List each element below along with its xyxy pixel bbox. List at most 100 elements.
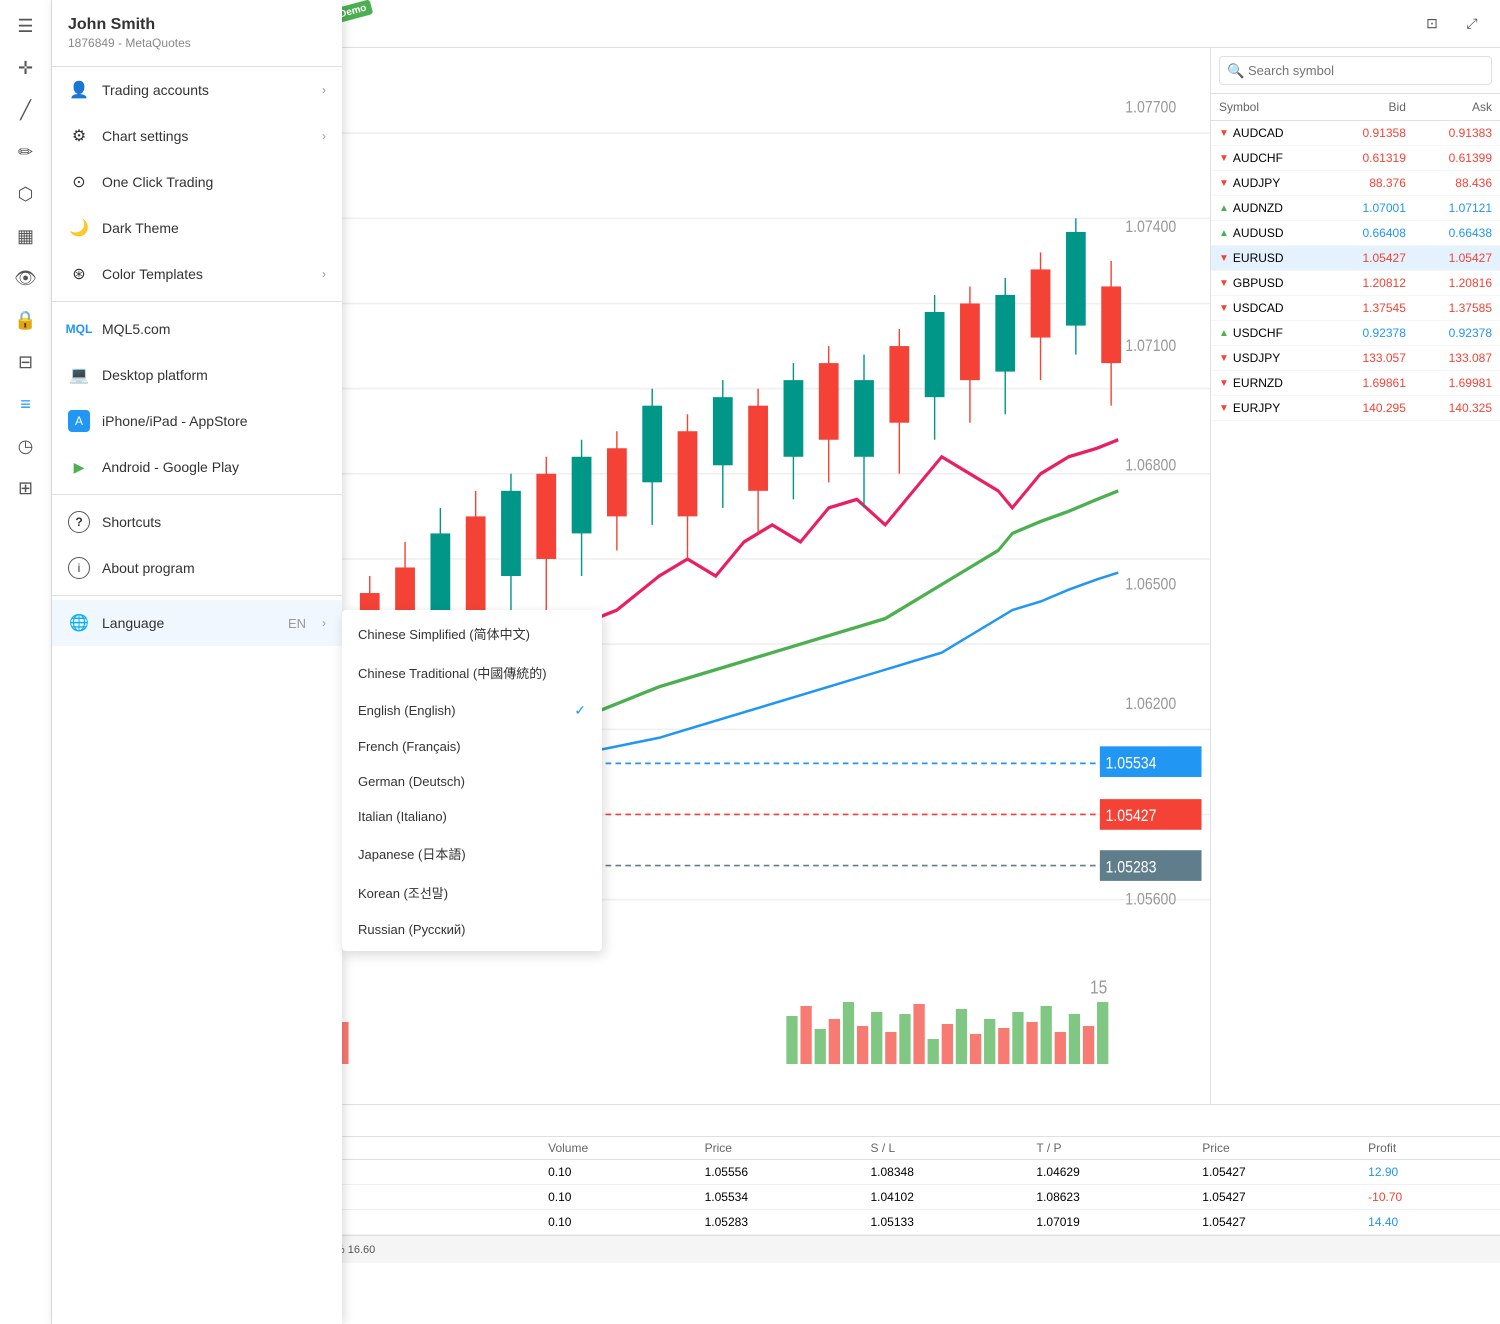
sidebar-icon-list[interactable]: ≡ xyxy=(8,386,44,422)
symbol-row[interactable]: ▼ GBPUSD 1.20812 1.20816 xyxy=(1211,271,1500,296)
lang-chinese-traditional-label: Chinese Traditional (中國傳統的) xyxy=(358,663,547,682)
symbol-row[interactable]: ▲ USDCHF 0.92378 0.92378 xyxy=(1211,321,1500,346)
lang-german[interactable]: German (Deutsch) xyxy=(342,764,602,799)
lang-italian[interactable]: Italian (Italiano) xyxy=(342,799,602,834)
sidebar-icon-layers[interactable]: ⊟ xyxy=(8,344,44,380)
pos-price-open: 1.05283 xyxy=(697,1210,863,1235)
symbol-name: ▼ EURJPY xyxy=(1211,396,1328,421)
lang-check-icon: ✓ xyxy=(574,702,586,719)
pos-tp: 1.08623 xyxy=(1028,1185,1194,1210)
sidebar-icon-eye[interactable]: 👁 xyxy=(8,260,44,296)
symbol-bid: 0.66408 xyxy=(1328,221,1414,246)
pos-price-open: 1.05534 xyxy=(697,1185,863,1210)
shortcuts-icon: ? xyxy=(68,511,90,533)
symbol-ask: 0.66438 xyxy=(1414,221,1500,246)
symbol-ask: 0.61399 xyxy=(1414,146,1500,171)
sidebar-icon-hamburger[interactable]: ☰ xyxy=(8,8,44,44)
symbol-row[interactable]: ▼ AUDJPY 88.376 88.436 xyxy=(1211,171,1500,196)
pos-profit: 14.40 xyxy=(1360,1210,1500,1235)
lang-korean[interactable]: Korean (조선말) xyxy=(342,873,602,912)
menu-item-chart-settings[interactable]: ⚙ Chart settings › xyxy=(52,113,342,159)
pos-volume: 0.10 xyxy=(540,1185,697,1210)
toolbar-fullscreen-btn[interactable]: ⤢ xyxy=(1456,8,1488,40)
language-value: EN xyxy=(288,616,306,631)
symbol-bid: 0.61319 xyxy=(1328,146,1414,171)
sidebar-icon-grid[interactable]: ⊞ xyxy=(8,470,44,506)
svg-text:1.07700: 1.07700 xyxy=(1125,99,1176,118)
symbol-bid: 1.20812 xyxy=(1328,271,1414,296)
th-volume: Volume xyxy=(540,1137,697,1160)
symbol-table: Symbol Bid Ask ▼ AUDCAD 0.91358 0.91383 … xyxy=(1211,94,1500,1104)
sidebar-icon-pencil[interactable]: ✏ xyxy=(8,134,44,170)
symbol-name: ▼ AUDCHF xyxy=(1211,146,1328,171)
search-icon: 🔍 xyxy=(1227,62,1244,79)
chart-settings-label: Chart settings xyxy=(102,128,310,144)
pos-sl: 1.08348 xyxy=(863,1160,1029,1185)
col-bid: Bid xyxy=(1328,94,1414,121)
lang-french[interactable]: French (Français) xyxy=(342,729,602,764)
lang-japanese[interactable]: Japanese (日本語) xyxy=(342,834,602,873)
one-click-trading-label: One Click Trading xyxy=(102,174,326,190)
symbol-row[interactable]: ▼ EURUSD 1.05427 1.05427 xyxy=(1211,246,1500,271)
android-label: Android - Google Play xyxy=(102,459,326,475)
menu-item-about[interactable]: i About program xyxy=(52,545,342,591)
sidebar-icon-lock[interactable]: 🔒 xyxy=(8,302,44,338)
sidebar-icon-bars[interactable]: ▦ xyxy=(8,218,44,254)
menu-item-trading-accounts[interactable]: 👤 Trading accounts › xyxy=(52,67,342,113)
symbol-row[interactable]: ▼ EURNZD 1.69861 1.69981 xyxy=(1211,371,1500,396)
symbol-row[interactable]: ▲ AUDUSD 0.66408 0.66438 xyxy=(1211,221,1500,246)
symbol-row[interactable]: ▼ USDJPY 133.057 133.087 xyxy=(1211,346,1500,371)
th-profit: Profit xyxy=(1360,1137,1500,1160)
symbol-row[interactable]: ▼ USDCAD 1.37545 1.37585 xyxy=(1211,296,1500,321)
menu-item-shortcuts[interactable]: ? Shortcuts xyxy=(52,499,342,545)
symbol-row[interactable]: ▲ AUDNZD 1.07001 1.07121 xyxy=(1211,196,1500,221)
sidebar-icon-clock[interactable]: ◷ xyxy=(8,428,44,464)
symbol-name: ▲ AUDNZD xyxy=(1211,196,1328,221)
th-type xyxy=(451,1137,496,1160)
svg-text:1.06500: 1.06500 xyxy=(1125,575,1176,594)
sidebar-icon-shapes[interactable]: ⬡ xyxy=(8,176,44,212)
symbol-row[interactable]: ▼ EURJPY 140.295 140.325 xyxy=(1211,396,1500,421)
menu-item-color-templates[interactable]: ⊛ Color Templates › xyxy=(52,251,342,297)
sidebar-icon-line[interactable]: ╱ xyxy=(8,92,44,128)
color-templates-icon: ⊛ xyxy=(68,263,90,285)
lang-italian-label: Italian (Italiano) xyxy=(358,809,447,824)
menu-item-mql5[interactable]: MQL MQL5.com xyxy=(52,306,342,352)
lang-english[interactable]: English (English) ✓ xyxy=(342,692,602,729)
pos-price-cur: 1.05427 xyxy=(1194,1185,1360,1210)
lang-chinese-traditional[interactable]: Chinese Traditional (中國傳統的) xyxy=(342,653,602,692)
lang-chinese-simplified[interactable]: Chinese Simplified (简体中文) xyxy=(342,614,602,653)
symbol-row[interactable]: ▼ AUDCAD 0.91358 0.91383 xyxy=(1211,121,1500,146)
menu-item-android[interactable]: ▶ Android - Google Play xyxy=(52,444,342,490)
symbol-bid: 0.92378 xyxy=(1328,321,1414,346)
pos-price-cur: 1.05427 xyxy=(1194,1210,1360,1235)
th-tp: T / P xyxy=(1028,1137,1194,1160)
symbol-name: ▼ GBPUSD xyxy=(1211,271,1328,296)
menu-item-one-click-trading[interactable]: ⊙ One Click Trading xyxy=(52,159,342,205)
sidebar-icon-crosshair[interactable]: ✛ xyxy=(8,50,44,86)
search-input[interactable] xyxy=(1219,56,1492,85)
menu-item-desktop-platform[interactable]: 💻 Desktop platform xyxy=(52,352,342,398)
lang-english-label: English (English) xyxy=(358,703,456,718)
symbol-bid: 1.05427 xyxy=(1328,246,1414,271)
symbol-ask: 1.20816 xyxy=(1414,271,1500,296)
menu-item-iphone-ipad[interactable]: A iPhone/iPad - AppStore xyxy=(52,398,342,444)
language-arrow: › xyxy=(322,616,326,630)
menu-item-dark-theme[interactable]: 🌙 Dark Theme xyxy=(52,205,342,251)
symbol-bid: 140.295 xyxy=(1328,396,1414,421)
toolbar-screenshot-btn[interactable]: ⊡ xyxy=(1416,8,1448,40)
symbol-name: ▲ USDCHF xyxy=(1211,321,1328,346)
menu-item-language[interactable]: 🌐 Language EN › xyxy=(52,600,342,646)
lang-japanese-label: Japanese (日本語) xyxy=(358,844,466,863)
pos-volume: 0.10 xyxy=(540,1210,697,1235)
pos-volume: 0.10 xyxy=(540,1160,697,1185)
lang-russian[interactable]: Russian (Русский) xyxy=(342,912,602,947)
user-name: John Smith xyxy=(68,16,326,34)
svg-text:1.07100: 1.07100 xyxy=(1125,337,1176,356)
symbol-row[interactable]: ▼ AUDCHF 0.61319 0.61399 xyxy=(1211,146,1500,171)
pos-profit: -10.70 xyxy=(1360,1185,1500,1210)
col-symbol: Symbol xyxy=(1211,94,1328,121)
symbol-bid: 0.91358 xyxy=(1328,121,1414,146)
pos-profit: 12.90 xyxy=(1360,1160,1500,1185)
chart-settings-arrow: › xyxy=(322,129,326,143)
